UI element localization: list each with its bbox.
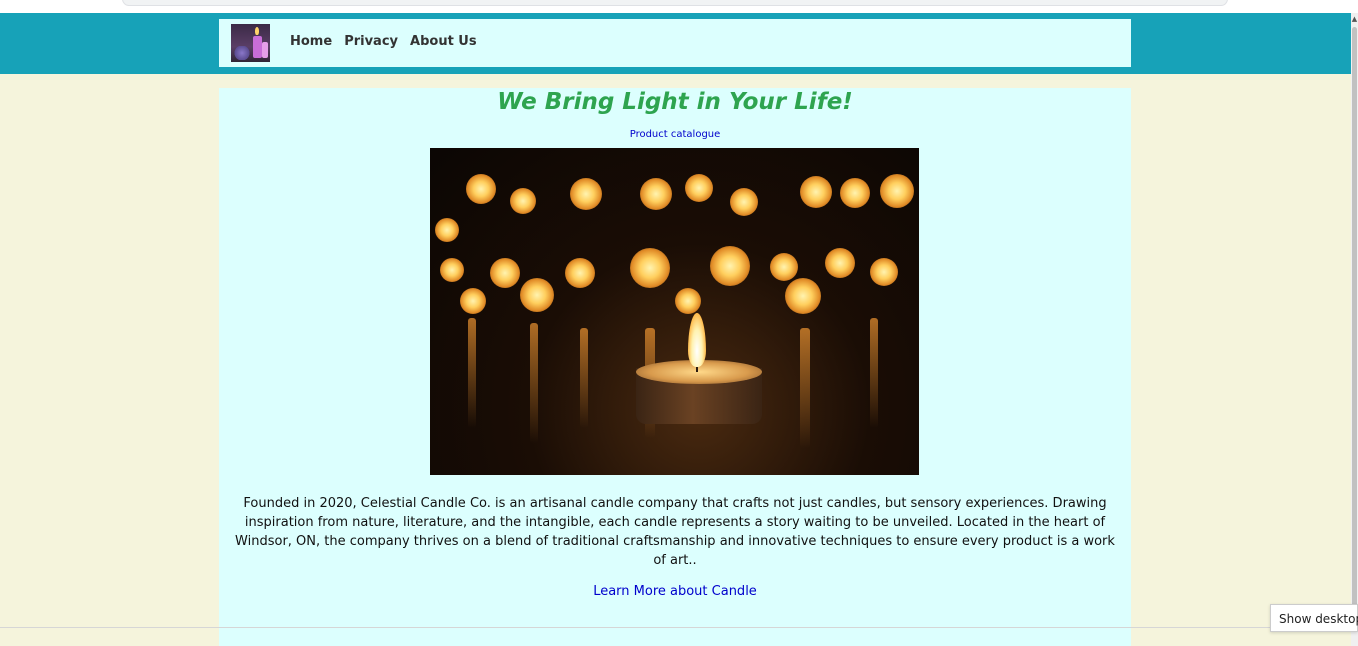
company-description: Founded in 2020, Celestial Candle Co. is…: [235, 496, 1115, 568]
learn-more-link[interactable]: Learn More about Candle: [219, 584, 1131, 599]
nav-home-link[interactable]: Home: [290, 34, 332, 49]
address-bar[interactable]: [122, 0, 1228, 6]
product-catalogue-link[interactable]: Product catalogue: [219, 129, 1131, 140]
nav-links: Home Privacy About Us: [290, 34, 477, 49]
taskbar-edge: [0, 627, 1351, 628]
show-desktop-tooltip: Show desktop: [1270, 604, 1358, 632]
scroll-thumb[interactable]: [1352, 27, 1357, 627]
scroll-up-arrow-icon[interactable]: ▲: [1351, 15, 1358, 23]
vertical-scrollbar[interactable]: ▲: [1351, 13, 1358, 646]
nav-privacy-link[interactable]: Privacy: [344, 34, 398, 49]
browser-top-bar: [0, 0, 1358, 13]
candle-logo-icon[interactable]: [231, 24, 270, 62]
nav-about-link[interactable]: About Us: [410, 34, 477, 49]
page-title: We Bring Light in Your Life!: [497, 89, 853, 115]
candles-photo: [430, 148, 919, 475]
main-content: We Bring Light in Your Life! Product cat…: [219, 88, 1131, 646]
navbar: Home Privacy About Us: [219, 19, 1131, 67]
